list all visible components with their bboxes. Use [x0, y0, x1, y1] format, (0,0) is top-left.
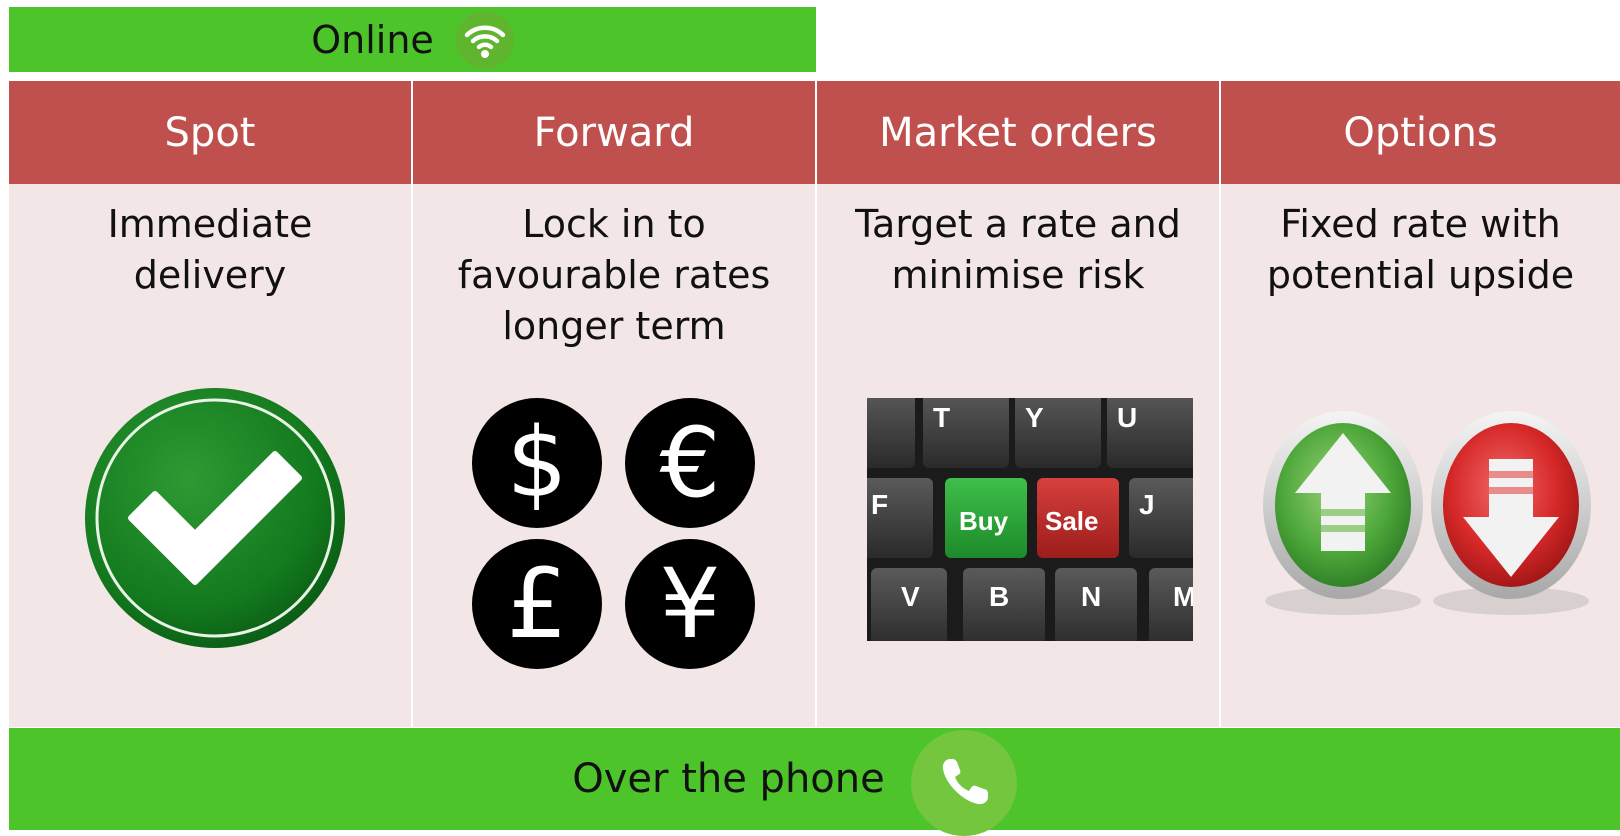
keyboard-buy-sale-icon: T Y U F Buy Sale J V B N M — [867, 398, 1193, 641]
column-forward: Forward Lock in to favourable rates long… — [413, 81, 815, 727]
dollar-coin: $ — [472, 398, 602, 528]
column-header-options: Options — [1221, 81, 1620, 184]
options-description-line-2: potential upside — [1266, 253, 1575, 297]
spot-description-line-2: delivery — [133, 253, 287, 297]
phone-label: Over the phone — [572, 756, 885, 802]
online-banner: Online — [9, 7, 816, 72]
market-orders-description-line-1: Target a rate and — [855, 202, 1181, 246]
key-u: U — [1117, 402, 1137, 433]
options-description-line-1: Fixed rate with — [1280, 202, 1561, 246]
key-m: M — [1173, 581, 1193, 612]
column-options: Options Fixed rate with potential upside — [1221, 81, 1620, 727]
key-y: Y — [1025, 402, 1044, 433]
market-orders-description-line-2: minimise risk — [891, 253, 1145, 297]
column-header-spot: Spot — [9, 81, 411, 184]
key-buy: Buy — [959, 506, 1009, 536]
phone-icon — [910, 730, 1017, 836]
spot-description-line-1: Immediate — [107, 202, 313, 246]
checkmark-icon — [85, 388, 345, 648]
key-n: N — [1081, 581, 1101, 612]
euro-coin: € — [625, 398, 755, 528]
yen-coin: ¥ — [625, 539, 755, 669]
column-market-orders: Market orders Target a rate and minimise… — [817, 81, 1219, 727]
currency-coins-icon: $ € £ ¥ — [413, 81, 815, 727]
key-t: T — [933, 402, 950, 433]
column-header-market-orders: Market orders — [817, 81, 1219, 184]
online-label: Online — [311, 17, 434, 62]
key-f: F — [871, 489, 888, 520]
key-v: V — [901, 581, 920, 612]
column-spot: Spot Immediate delivery — [9, 81, 411, 727]
key-sale: Sale — [1045, 506, 1099, 536]
wifi-icon — [455, 10, 514, 69]
product-table: Spot Immediate delivery Forward Lock in … — [9, 81, 1620, 727]
key-j: J — [1139, 489, 1155, 520]
phone-banner: Over the phone — [9, 728, 1620, 836]
key-b: B — [989, 581, 1009, 612]
up-down-arrows-icon — [1263, 411, 1591, 615]
pound-coin: £ — [472, 539, 602, 669]
